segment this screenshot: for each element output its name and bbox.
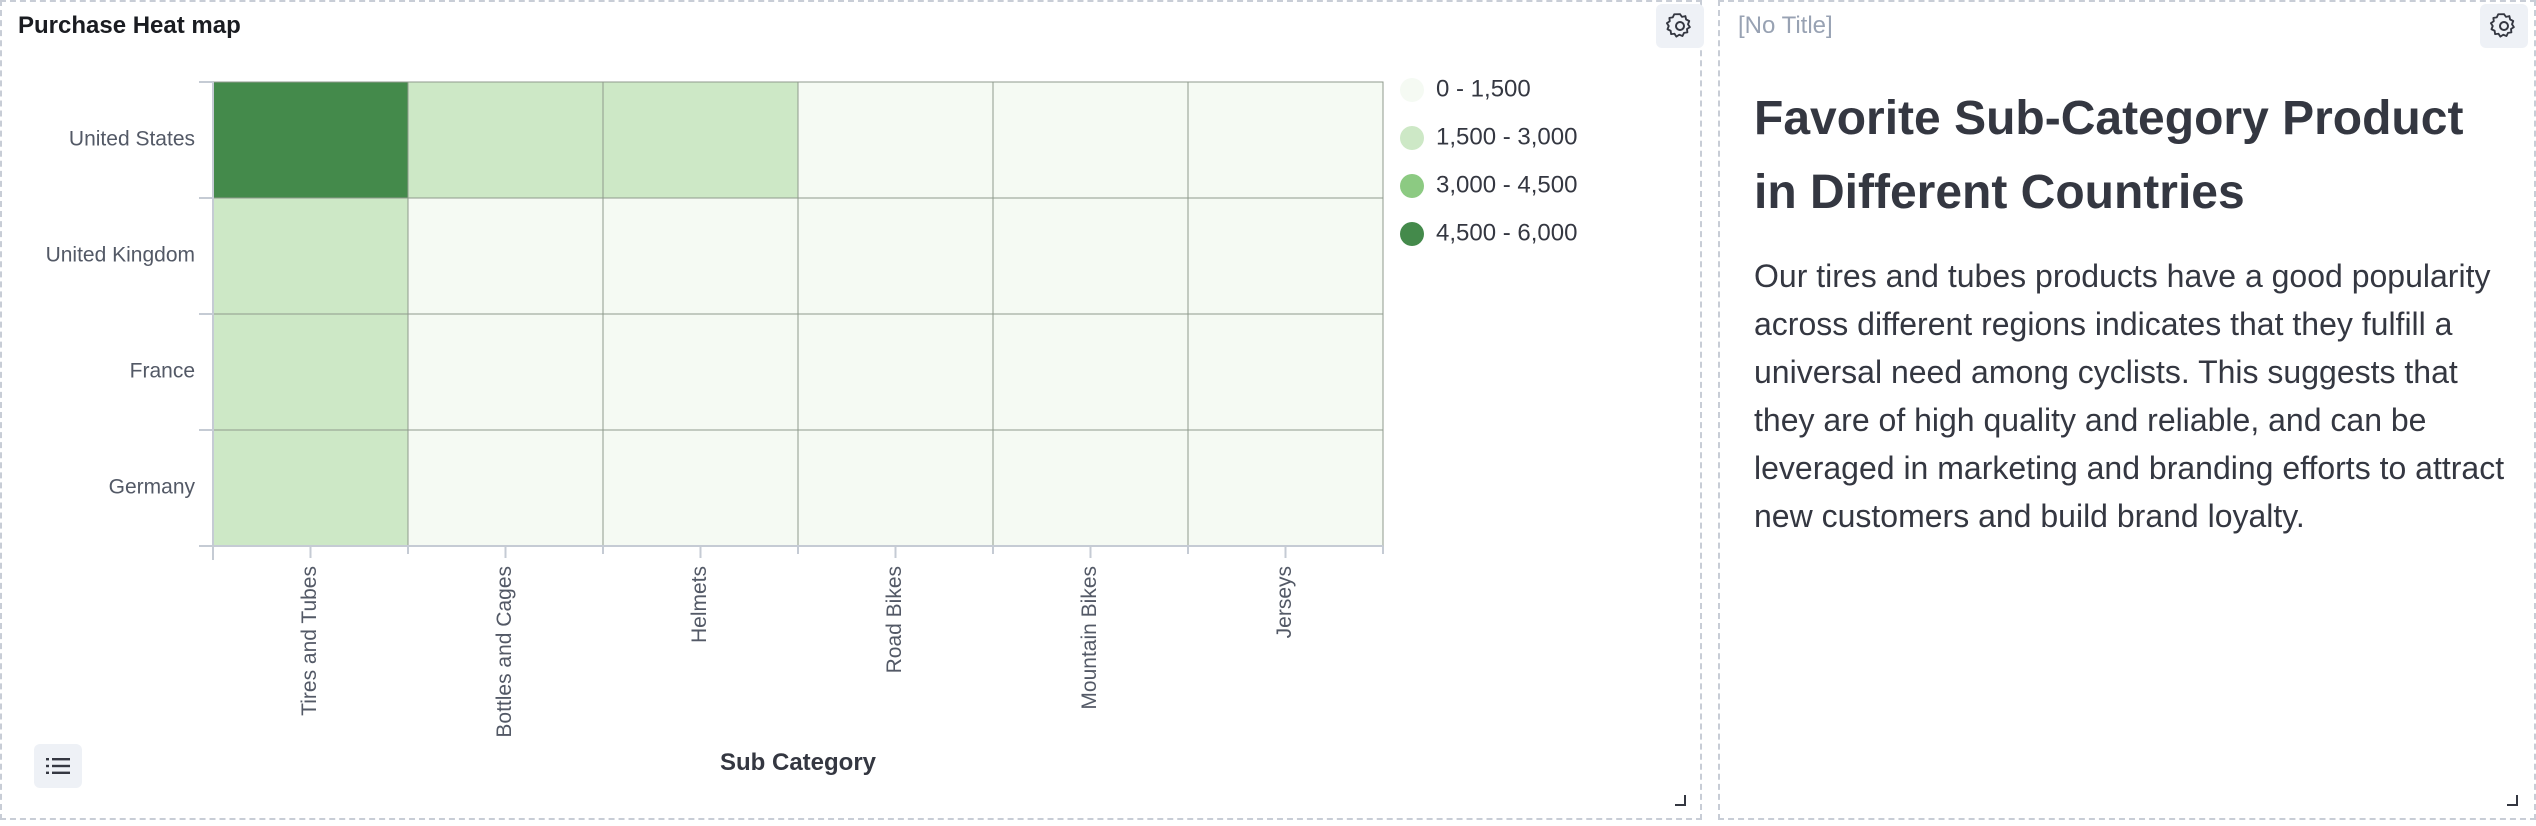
heatmap-cell (1187, 81, 1384, 199)
legend-swatch (1400, 78, 1424, 102)
heatmap-chart: United States United Kingdom France Germany… (46, 75, 1578, 776)
resize-handle-icon[interactable] (1674, 794, 1686, 806)
legend-swatch (1400, 174, 1424, 198)
legend-swatch (1400, 126, 1424, 150)
heatmap-cell (212, 313, 409, 431)
y-tick-label: Germany (109, 476, 196, 499)
heatmap-cell (407, 313, 604, 431)
heatmap-cell (797, 429, 994, 547)
heatmap-cell (1187, 429, 1384, 547)
heatmap-cell (797, 313, 994, 431)
x-tick-label: Mountain Bikes (1078, 566, 1101, 710)
legend-label: 0 - 1,500 (1436, 75, 1531, 102)
legend-label: 4,500 - 6,000 (1436, 219, 1577, 246)
panel-title-placeholder: [No Title] (1738, 12, 1833, 39)
heatmap-cell (602, 81, 799, 199)
heatmap-cell (992, 429, 1189, 547)
x-tick-label: Road Bikes (883, 566, 906, 673)
heatmap-cell (1187, 313, 1384, 431)
x-axis-title: Sub Category (720, 749, 877, 776)
heatmap-cell (212, 429, 409, 547)
legend-label: 1,500 - 3,000 (1436, 123, 1577, 150)
x-tick-label: Tires and Tubes (298, 566, 321, 716)
heatmap-cell (992, 197, 1189, 315)
markdown-panel: [No Title] Favorite Sub-Category Product… (1718, 0, 2536, 820)
panel-settings-button[interactable] (2480, 4, 2528, 48)
legend-label: 3,000 - 4,500 (1436, 171, 1577, 198)
resize-handle-icon[interactable] (2506, 794, 2518, 806)
heatmap-panel: Purchase Heat map United States United Ki… (0, 0, 1704, 820)
heatmap-cell (602, 197, 799, 315)
legend-swatch (1400, 222, 1424, 246)
y-tick-label: United States (69, 128, 195, 151)
x-tick-label: Bottles and Cages (493, 566, 516, 738)
legend-toggle-button[interactable] (34, 744, 82, 788)
heatmap-cell (992, 81, 1189, 199)
heatmap-cell (212, 81, 409, 199)
markdown-body: Our tires and tubes products have a good… (1754, 258, 2505, 534)
heatmap-cell (797, 197, 994, 315)
y-tick-label: United Kingdom (46, 244, 195, 267)
heatmap-cell (1187, 197, 1384, 315)
heatmap-cell (407, 429, 604, 547)
heatmap-cell (407, 197, 604, 315)
heatmap-cell (407, 81, 604, 199)
heatmap-cell (992, 313, 1189, 431)
x-tick-label: Helmets (688, 566, 711, 643)
gear-icon (2489, 13, 2515, 38)
heatmap-cell (602, 429, 799, 547)
heatmap-cell (797, 81, 994, 199)
x-tick-label: Jerseys (1273, 566, 1296, 638)
heatmap-cell (602, 313, 799, 431)
heatmap-cell (212, 197, 409, 315)
list-icon (46, 758, 70, 774)
markdown-heading: Favorite Sub-Category Product in Differe… (1754, 92, 2464, 219)
y-tick-label: France (130, 360, 195, 383)
